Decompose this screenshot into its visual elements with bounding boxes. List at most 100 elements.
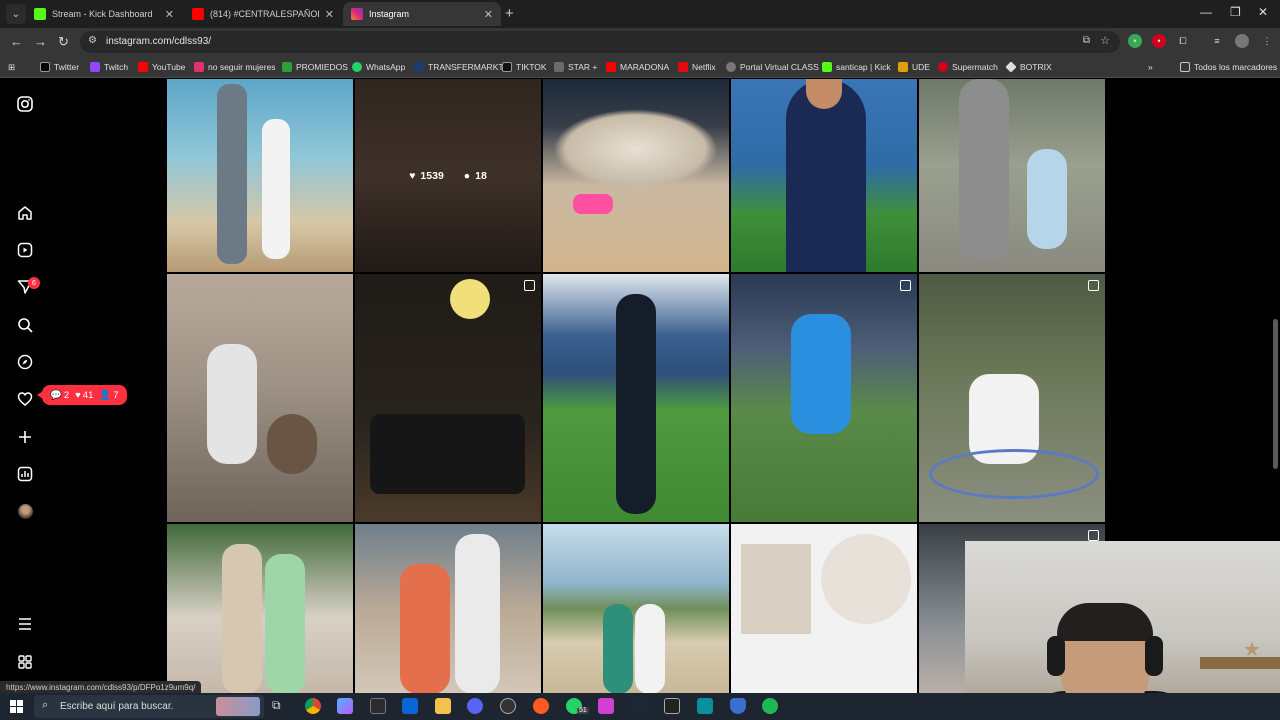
restore-button[interactable]: ❐: [1230, 5, 1241, 19]
toolbar: ← → ↻ ⚙ instagram.com/cdlss93/ ⧉ ☆ • • ⧠…: [0, 28, 1280, 56]
page-scrollbar[interactable]: [1273, 319, 1278, 469]
extension-icon[interactable]: •: [1128, 34, 1142, 48]
post-thumbnail[interactable]: [355, 274, 541, 522]
profile-avatar[interactable]: [16, 502, 34, 520]
close-tab-icon[interactable]: ✕: [484, 8, 493, 21]
bookmark-santicap-kick[interactable]: santicap | Kick: [822, 60, 891, 74]
bookmark-no-seguir[interactable]: no seguir mujeres: [194, 60, 276, 74]
copilot-icon[interactable]: [337, 698, 353, 714]
bookmark-portal-virtual[interactable]: Portal Virtual CLASS: [726, 60, 819, 74]
extensions-puzzle-icon[interactable]: ⧠: [1176, 34, 1190, 48]
like-count: ♥ 41: [75, 390, 93, 401]
instagram-logo-icon[interactable]: [16, 95, 34, 113]
bookmark-netflix[interactable]: Netflix: [678, 60, 716, 74]
netflix-icon: [678, 62, 688, 72]
post-thumbnail[interactable]: [167, 274, 353, 522]
capcut-icon[interactable]: [664, 698, 680, 714]
minimize-button[interactable]: —: [1200, 5, 1212, 19]
new-tab-button[interactable]: +: [505, 5, 514, 22]
post-thumbnail[interactable]: [167, 524, 353, 693]
search-icon[interactable]: [16, 316, 34, 334]
messages-badge: 6: [28, 277, 40, 289]
mail-icon[interactable]: [402, 698, 418, 714]
bookmark-tiktok[interactable]: TIKTOK: [502, 60, 547, 74]
obs-icon[interactable]: [500, 698, 516, 714]
post-thumbnail[interactable]: [543, 79, 729, 272]
media-control-icon[interactable]: ≡: [1210, 34, 1224, 48]
bookmark-label: Portal Virtual CLASS: [740, 62, 819, 72]
app-icon[interactable]: [598, 698, 614, 714]
tab-title: Instagram: [369, 9, 410, 19]
tab-youtube[interactable]: (814) #CENTRALESPAÑOL DEBU ✕: [184, 2, 342, 26]
post-thumbnail[interactable]: [731, 524, 917, 693]
bookmark-youtube[interactable]: YouTube: [138, 60, 185, 74]
post-thumbnail-hovered[interactable]: ♥ 1539 ● 18: [355, 79, 541, 272]
post-comments-value: 18: [475, 169, 487, 182]
vpn-shield-icon[interactable]: [730, 698, 746, 714]
activity-notification-popup[interactable]: 💬 2 ♥ 41 👤 7: [37, 385, 127, 405]
apps-grid-icon[interactable]: ⊞: [8, 60, 15, 74]
extension-icon[interactable]: •: [1152, 34, 1166, 48]
bookmark-maradona[interactable]: MARADONA: [606, 60, 669, 74]
create-plus-icon[interactable]: [16, 428, 34, 446]
comment-count-value: 2: [63, 389, 70, 401]
post-thumbnail[interactable]: [543, 274, 729, 522]
reels-icon[interactable]: [16, 241, 34, 259]
close-tab-icon[interactable]: ✕: [165, 8, 174, 21]
bookmark-twitter[interactable]: Twitter: [40, 60, 79, 74]
dashboard-chart-icon[interactable]: [16, 465, 34, 483]
notifications-heart-icon[interactable]: [16, 390, 34, 408]
all-bookmarks-folder[interactable]: Todos los marcadores: [1180, 60, 1277, 74]
tab-strip: ⌄ Stream - Kick Dashboard ✕ (814) #CENTR…: [0, 0, 1280, 28]
tab-search-button[interactable]: ⌄: [6, 4, 26, 24]
site-info-icon[interactable]: ⚙: [88, 35, 97, 46]
also-from-meta-icon[interactable]: [16, 653, 34, 671]
tab-instagram[interactable]: Instagram ✕: [343, 2, 501, 26]
post-thumbnail[interactable]: [167, 79, 353, 272]
close-tab-icon[interactable]: ✕: [325, 8, 334, 21]
bookmark-label: TIKTOK: [516, 62, 547, 72]
steam-icon[interactable]: [631, 698, 647, 714]
tab-title: Stream - Kick Dashboard: [52, 9, 153, 19]
bookmark-supermatch[interactable]: Supermatch: [938, 60, 998, 74]
file-explorer-icon[interactable]: [435, 698, 451, 714]
post-thumbnail[interactable]: [355, 524, 541, 693]
reload-button[interactable]: ↻: [58, 34, 69, 50]
forward-button[interactable]: →: [34, 34, 47, 49]
app-icon[interactable]: [697, 698, 713, 714]
epic-games-icon[interactable]: [370, 698, 386, 714]
address-bar[interactable]: ⚙ instagram.com/cdlss93/ ⧉ ☆: [80, 31, 1120, 53]
bookmark-transfermarkt[interactable]: TRANSFERMARKT: [414, 60, 504, 74]
post-thumbnail[interactable]: [731, 79, 917, 272]
post-thumbnail[interactable]: [919, 274, 1105, 522]
post-thumbnail[interactable]: [731, 274, 917, 522]
bookmark-botrix[interactable]: BOTRIX: [1005, 60, 1052, 74]
bookmark-whatsapp[interactable]: WhatsApp: [352, 60, 405, 74]
brave-icon[interactable]: [533, 698, 549, 714]
tab-kick-dashboard[interactable]: Stream - Kick Dashboard ✕: [26, 2, 182, 26]
bookmark-star-plus[interactable]: STAR +: [554, 60, 597, 74]
task-view-icon[interactable]: ⧉: [272, 698, 288, 714]
taskbar-search-box[interactable]: ⌕ Escribe aquí para buscar.: [34, 695, 264, 718]
bookmark-promiedos[interactable]: PROMIEDOS: [282, 60, 348, 74]
discord-icon[interactable]: [467, 698, 483, 714]
chrome-icon[interactable]: [305, 698, 321, 714]
post-thumbnail[interactable]: [919, 79, 1105, 272]
bookmark-star-icon[interactable]: ☆: [1100, 34, 1110, 47]
more-menu-icon[interactable]: [16, 615, 34, 633]
home-icon[interactable]: [16, 204, 34, 222]
explore-compass-icon[interactable]: [16, 353, 34, 371]
install-app-icon[interactable]: ⧉: [1083, 35, 1090, 46]
close-window-button[interactable]: ✕: [1258, 5, 1268, 19]
menu-kebab-icon[interactable]: ⋮: [1260, 34, 1274, 48]
bookmark-twitch[interactable]: Twitch: [90, 60, 128, 74]
bookmark-label: Twitter: [54, 62, 80, 72]
more-bookmarks-chevron-icon[interactable]: »: [1148, 60, 1153, 74]
profile-avatar[interactable]: [1235, 34, 1249, 48]
comment-icon: ●: [463, 169, 471, 182]
back-button[interactable]: ←: [10, 34, 23, 49]
bookmark-ude[interactable]: UDE: [898, 60, 930, 74]
post-thumbnail[interactable]: [543, 524, 729, 693]
spotify-icon[interactable]: [762, 698, 778, 714]
windows-start-icon[interactable]: [10, 700, 23, 713]
